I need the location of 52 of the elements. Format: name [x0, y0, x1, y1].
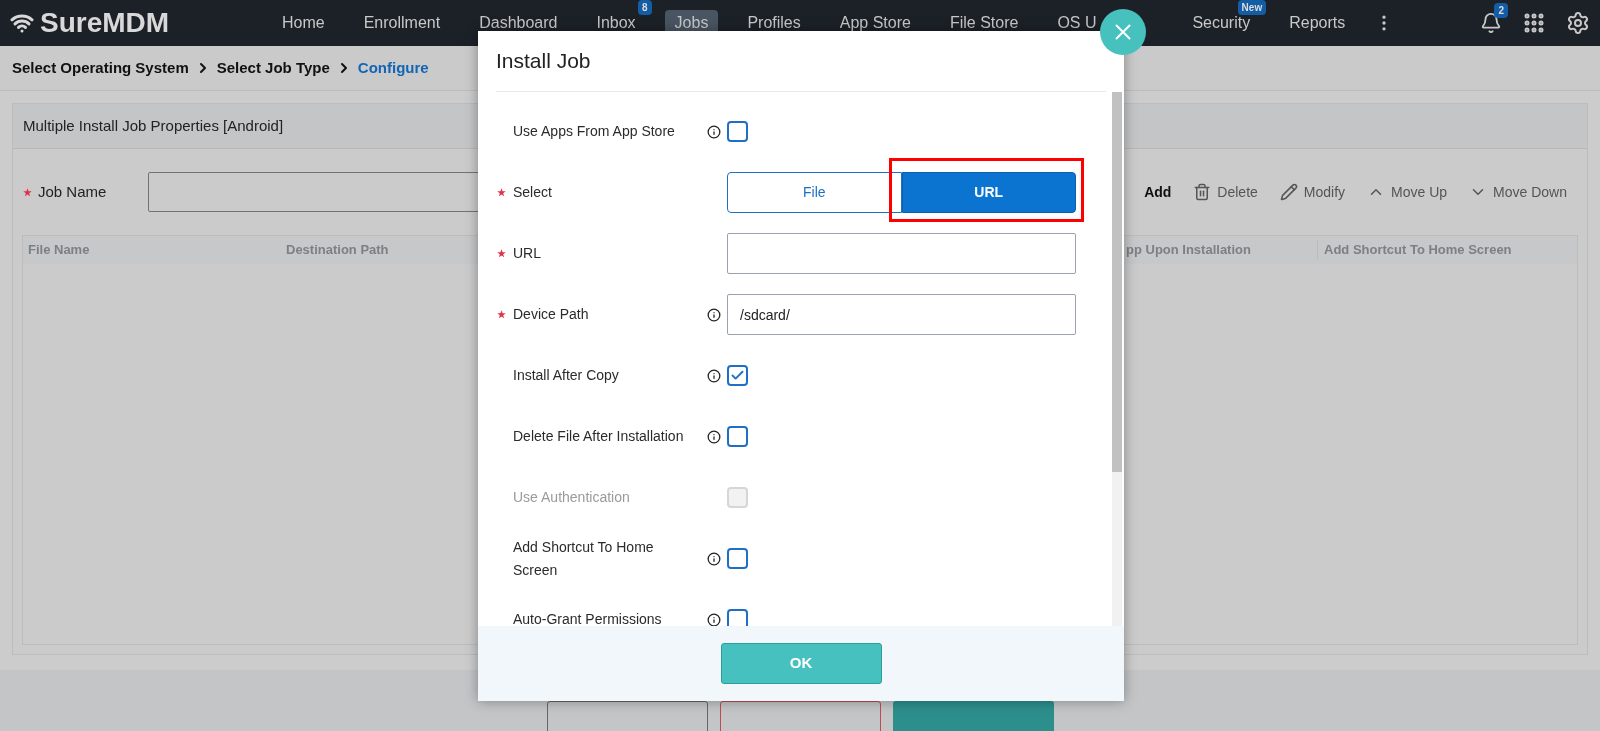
field-label: Select [513, 183, 553, 202]
nav-tab[interactable]: Home [272, 10, 335, 36]
toolbar-button[interactable]: Move Down [1469, 181, 1567, 203]
toolbar-button[interactable]: Add [1144, 181, 1172, 203]
toolbar-button[interactable]: Modify [1279, 181, 1346, 203]
breadcrumb-item[interactable]: Select Job Type [216, 56, 330, 80]
field-label: Install After Copy [513, 366, 620, 385]
nav-tab[interactable]: Profiles [737, 10, 811, 36]
checkbox[interactable] [727, 426, 748, 447]
panel-title: Multiple Install Job Properties [Android] [23, 115, 284, 136]
required-star-icon [23, 187, 32, 197]
toolbar-button[interactable]: Delete [1193, 181, 1258, 203]
field-label: URL [513, 244, 542, 263]
nav-tab[interactable]: Reports [1279, 10, 1356, 36]
segment-tab[interactable]: File [727, 172, 902, 213]
toolbar-button[interactable]: Move Up [1367, 181, 1448, 203]
notification-badge: 2 [1494, 3, 1508, 18]
segment-tab[interactable]: URL [901, 172, 1076, 213]
nav-tab[interactable]: Enrollment [353, 10, 451, 36]
apps-grid-icon[interactable] [1522, 11, 1546, 35]
nav-badge: New [1237, 0, 1267, 15]
checkbox[interactable] [727, 548, 748, 569]
text-field[interactable]: /sdcard/ [727, 294, 1076, 335]
scrollbar-thumb[interactable] [1112, 92, 1122, 472]
checkbox[interactable] [727, 609, 748, 626]
column-header: Destination Path [286, 242, 389, 258]
field-label: Auto-Grant Permissions [513, 610, 663, 626]
field-label: Use Apps From App Store [513, 122, 676, 141]
breadcrumb-item[interactable]: Configure [357, 56, 429, 80]
nav-tab[interactable]: Dashboard [469, 10, 568, 36]
field-label: Use Authentication [513, 488, 631, 507]
logo: SureMDM [40, 6, 171, 40]
dialog-title: Install Job [496, 48, 591, 75]
trash-icon [1193, 183, 1212, 201]
field-label: Add Shortcut To Home Screen [513, 537, 655, 580]
settings-icon[interactable] [1566, 11, 1590, 35]
pencil-icon [1279, 183, 1298, 201]
nav-badge: 8 [638, 0, 652, 15]
field-label: Device Path [513, 305, 590, 324]
field-label: Delete File After Installation [513, 427, 685, 446]
check-icon [730, 368, 745, 383]
nav-tab[interactable]: App Store [829, 10, 921, 36]
nav-tab[interactable]: File Store [939, 10, 1029, 36]
notification-icon[interactable] [1480, 12, 1502, 34]
checkbox[interactable] [727, 365, 748, 386]
breadcrumb-item[interactable]: Select Operating System [12, 56, 189, 80]
column-header: File Name [28, 242, 90, 258]
column-header: pp Upon Installation [1126, 242, 1251, 258]
field-label: Job Name [38, 181, 108, 202]
text-field[interactable] [727, 233, 1076, 274]
column-header: Add Shortcut To Home Screen [1324, 242, 1512, 258]
checkbox[interactable] [727, 121, 748, 142]
